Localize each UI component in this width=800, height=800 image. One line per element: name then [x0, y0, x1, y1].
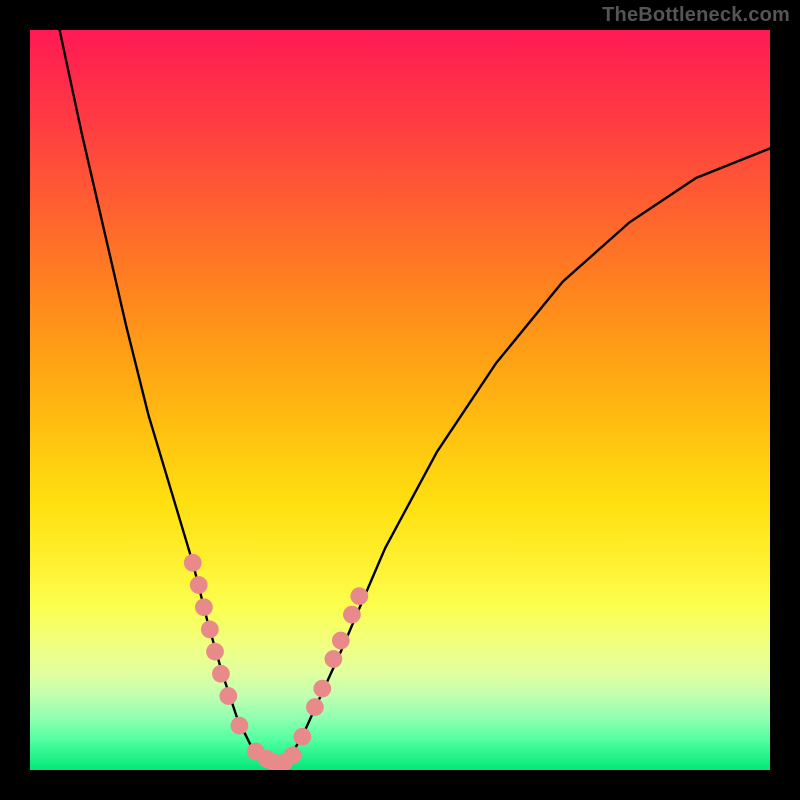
data-marker — [293, 728, 311, 746]
plot-area — [30, 30, 770, 770]
data-marker — [184, 554, 202, 572]
data-marker — [332, 632, 350, 650]
data-marker — [219, 687, 237, 705]
data-marker — [325, 650, 343, 668]
bottleneck-curve — [60, 30, 770, 766]
data-marker — [313, 680, 331, 698]
data-marker — [206, 643, 224, 661]
data-marker — [284, 746, 302, 764]
data-marker — [195, 598, 213, 616]
data-marker — [212, 665, 230, 683]
data-marker — [306, 698, 324, 716]
data-marker — [201, 621, 219, 639]
data-marker — [231, 717, 249, 735]
chart-svg — [30, 30, 770, 770]
data-markers — [184, 554, 368, 770]
data-marker — [343, 606, 361, 624]
watermark-text: TheBottleneck.com — [602, 4, 790, 27]
data-marker — [350, 587, 368, 605]
data-marker — [190, 576, 208, 594]
